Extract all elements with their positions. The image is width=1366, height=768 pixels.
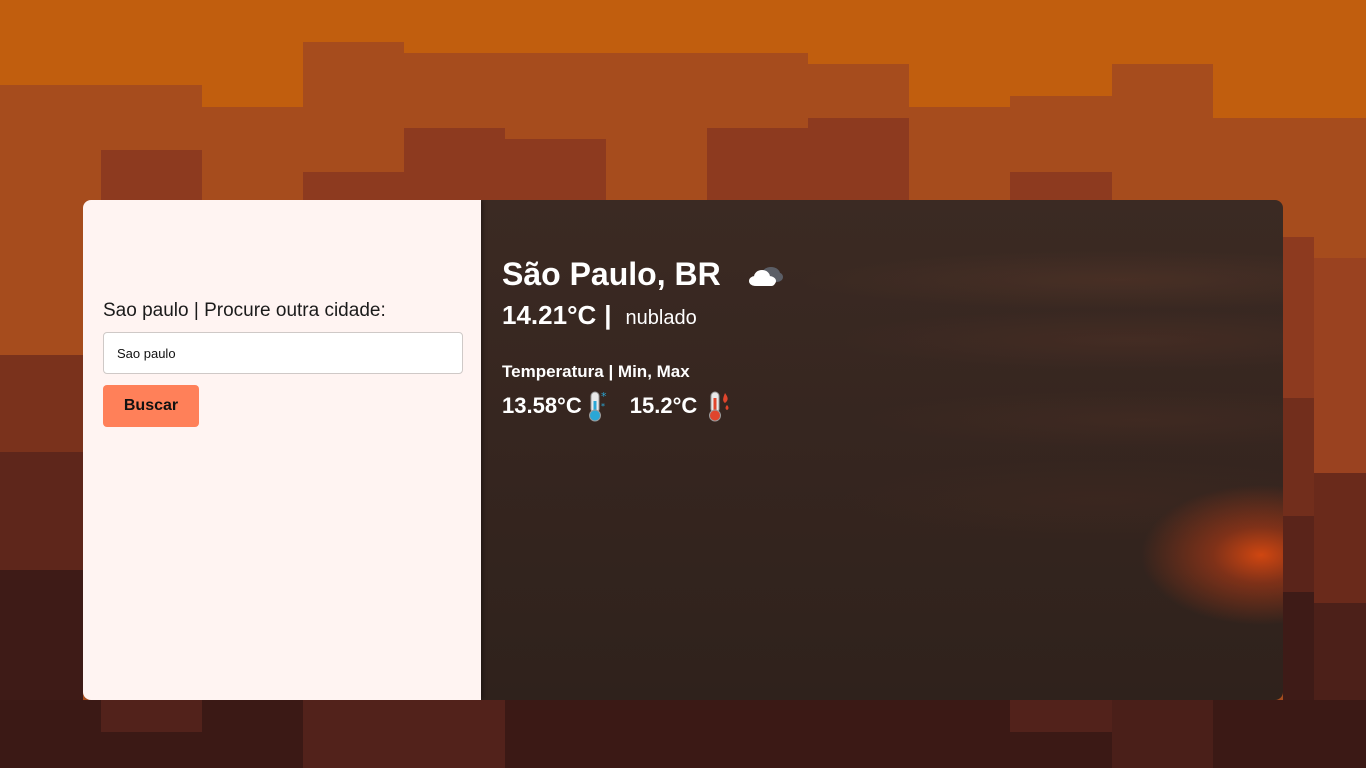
city-name: São Paulo, BR — [502, 256, 721, 292]
search-panel: Sao paulo | Procure outra cidade: Buscar — [83, 200, 481, 700]
city-header: São Paulo, BR — [502, 256, 785, 293]
weather-panel: São Paulo, BR 14.21°C | nublado Temperat… — [481, 200, 1283, 700]
temperature-separator: | — [604, 300, 612, 330]
current-temperature: 14.21°C — [502, 300, 597, 330]
svg-text:*: * — [601, 402, 605, 411]
min-max-row: 13.58°C * * 15.2°C — [502, 390, 731, 422]
current-temperature-row: 14.21°C | nublado — [502, 300, 697, 331]
weather-description: nublado — [625, 307, 697, 329]
city-search-input[interactable] — [103, 332, 463, 374]
min-temperature: 13.58°C — [502, 393, 582, 418]
cold-thermometer-icon: * * — [588, 390, 607, 422]
weather-card: Sao paulo | Procure outra cidade: Buscar… — [83, 200, 1283, 700]
search-button[interactable]: Buscar — [103, 385, 199, 427]
max-temperature: 15.2°C — [629, 393, 698, 418]
hot-thermometer-icon — [709, 391, 729, 422]
min-max-title: Temperatura | Min, Max — [502, 362, 690, 381]
search-label: Sao paulo | Procure outra cidade: — [103, 300, 386, 321]
cloud-icon — [748, 266, 783, 286]
